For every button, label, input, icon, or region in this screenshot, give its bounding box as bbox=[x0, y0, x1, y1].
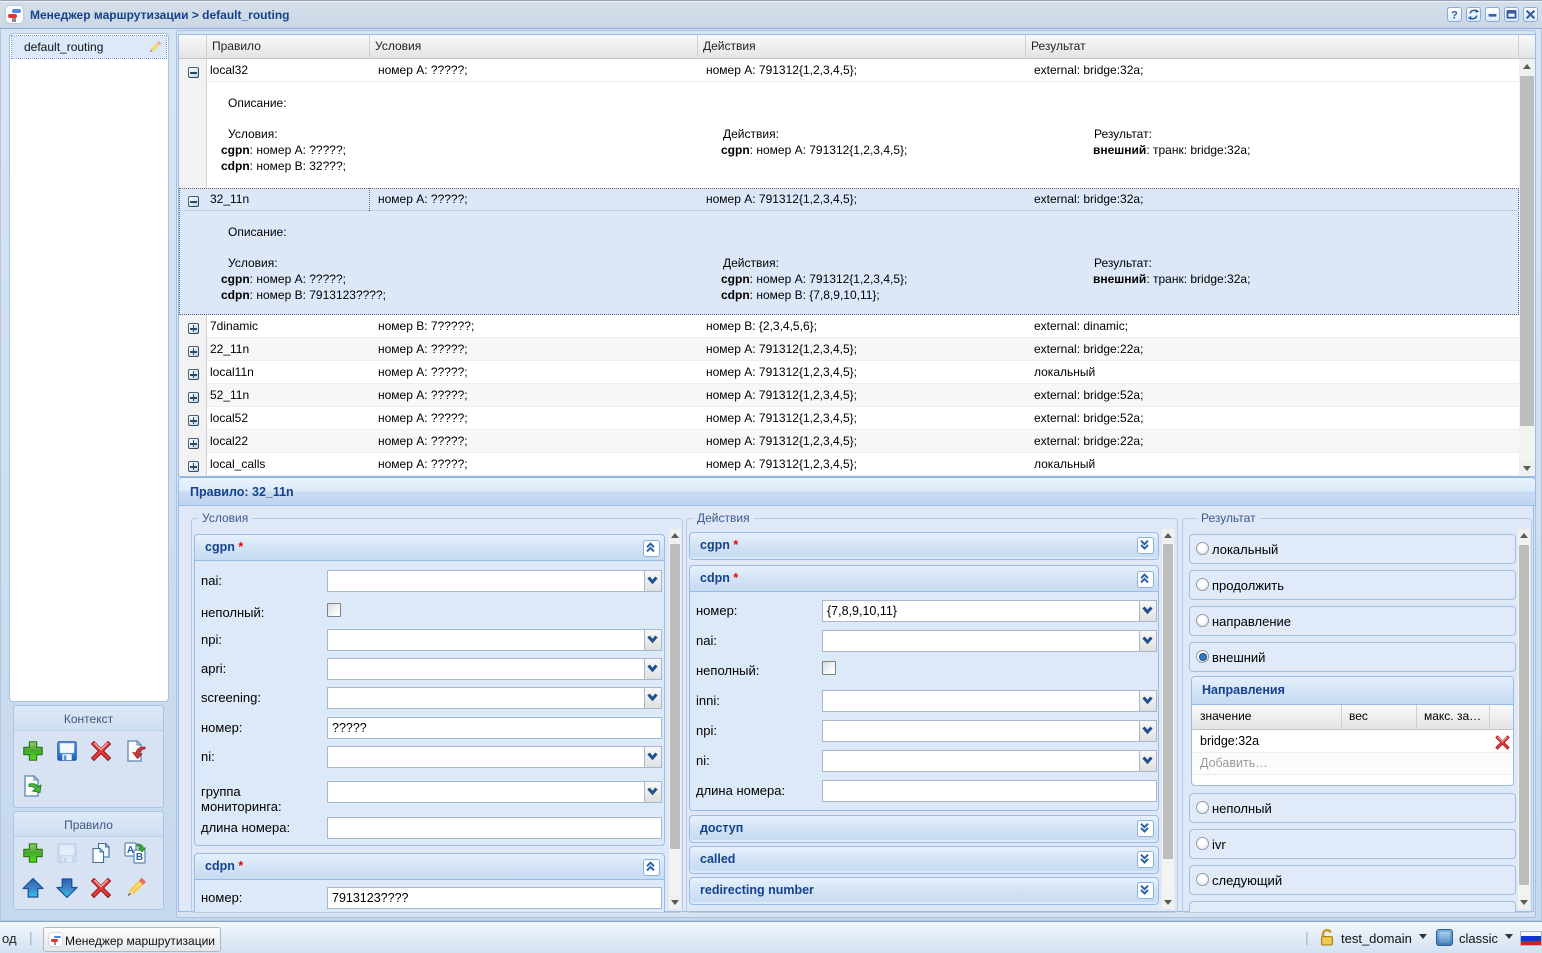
svg-text:A: A bbox=[127, 845, 134, 856]
svg-text:B: B bbox=[136, 852, 143, 863]
svg-text:?: ? bbox=[1451, 10, 1458, 22]
